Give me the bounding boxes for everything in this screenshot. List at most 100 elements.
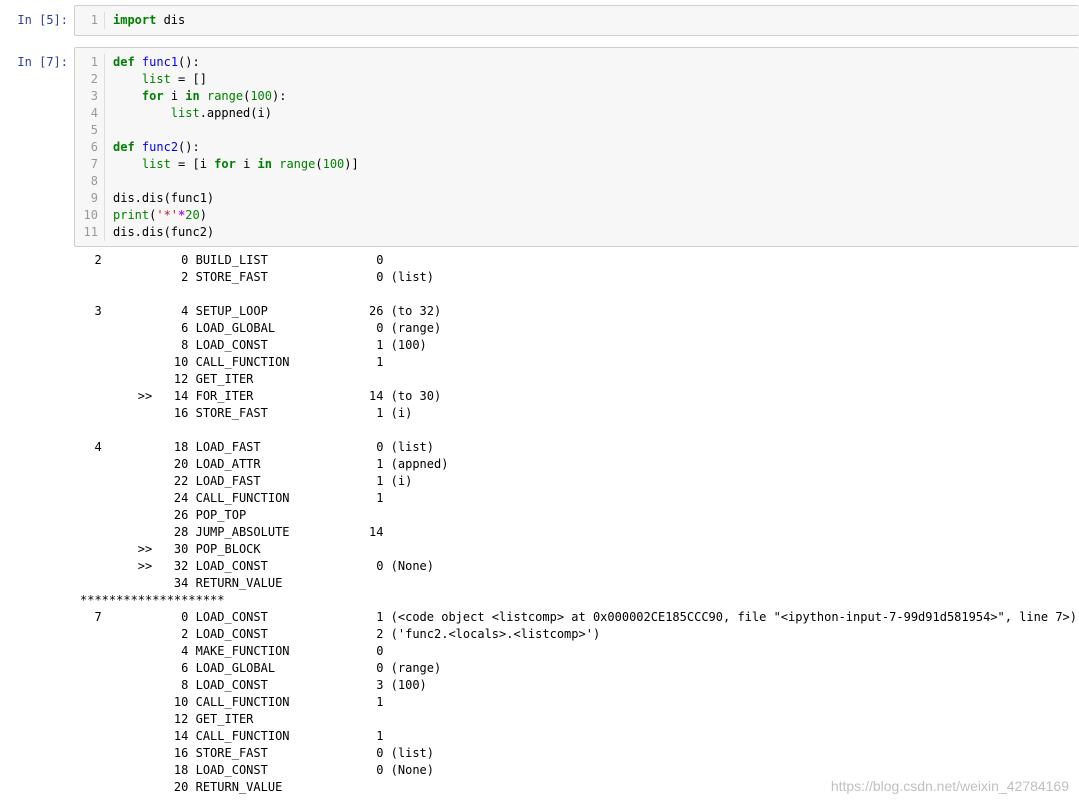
output-line: 16 STORE_FAST 0 (list) <box>80 746 435 760</box>
code-token: def <box>113 55 135 69</box>
output-line: 8 LOAD_CONST 3 (100) <box>80 678 427 692</box>
code-token: dis.dis(func1) <box>113 191 215 205</box>
code-text: list.appned(i) <box>105 105 272 122</box>
code-token: print <box>113 208 150 222</box>
code-token: = [] <box>170 72 207 86</box>
output-line: >> 32 LOAD_CONST 0 (None) <box>80 559 435 573</box>
code-token: list <box>170 106 200 120</box>
output-line: 28 JUMP_ABSOLUTE 14 <box>80 525 384 539</box>
cell-prompt: In [7]: <box>17 55 68 69</box>
code-line[interactable]: 1 def func1(): <box>75 54 1079 71</box>
output-line: 26 POP_TOP <box>80 508 247 522</box>
code-text: def func2(): <box>105 139 200 156</box>
output-line: 3 4 SETUP_LOOP 26 (to 32) <box>80 304 442 318</box>
line-number: 1 <box>75 12 105 29</box>
code-token: dis <box>156 13 186 27</box>
code-line[interactable]: 3 for i in range(100): <box>75 88 1079 105</box>
code-token: range <box>279 157 316 171</box>
line-number: 10 <box>75 207 105 224</box>
code-text: import dis <box>105 12 185 29</box>
output-line: 4 18 LOAD_FAST 0 (list) <box>80 440 435 454</box>
output-line: 2 STORE_FAST 0 (list) <box>80 270 435 284</box>
cell-output: 2 0 BUILD_LIST 0 2 STORE_FAST 0 (list) 3… <box>80 252 1077 796</box>
code-token: for <box>214 157 236 171</box>
code-line[interactable]: 2 list = [] <box>75 71 1079 88</box>
output-line: 34 RETURN_VALUE <box>80 576 283 590</box>
code-text: list = [i for i in range(100)] <box>105 156 359 173</box>
code-line[interactable]: 9 dis.dis(func1) <box>75 190 1079 207</box>
line-number: 7 <box>75 156 105 173</box>
code-token: ( <box>315 157 323 171</box>
output-line: 6 LOAD_GLOBAL 0 (range) <box>80 661 442 675</box>
output-line: 10 CALL_FUNCTION 1 <box>80 695 384 709</box>
code-editor[interactable]: 1 import dis <box>74 5 1079 36</box>
code-token: func1 <box>141 55 179 69</box>
line-number: 8 <box>75 173 105 190</box>
code-text: dis.dis(func2) <box>105 224 214 241</box>
output-line: 16 STORE_FAST 1 (i) <box>80 406 413 420</box>
code-token: i <box>163 89 186 103</box>
code-token: 100 <box>250 89 273 103</box>
output-line: 6 LOAD_GLOBAL 0 (range) <box>80 321 442 335</box>
code-token: list <box>141 157 171 171</box>
output-line: 2 LOAD_CONST 2 ('func2.<locals>.<listcom… <box>80 627 601 641</box>
code-token: )] <box>344 157 359 171</box>
code-token: in <box>257 157 272 171</box>
code-token: ): <box>272 89 287 103</box>
code-token: (): <box>178 140 200 154</box>
code-token: func2 <box>141 140 179 154</box>
line-number: 4 <box>75 105 105 122</box>
code-token: range <box>206 89 244 103</box>
output-line: 7 0 LOAD_CONST 1 (<code object <listcomp… <box>80 610 1077 624</box>
output-line: 2 0 BUILD_LIST 0 <box>80 253 384 267</box>
line-number: 3 <box>75 88 105 105</box>
line-number: 11 <box>75 224 105 241</box>
code-token: list <box>141 72 171 86</box>
code-line[interactable]: 8 <box>75 173 1079 190</box>
watermark: https://blog.csdn.net/weixin_42784169 <box>830 778 1069 794</box>
output-line: >> 30 POP_BLOCK <box>80 542 261 556</box>
output-line: 12 GET_ITER <box>80 712 254 726</box>
code-line[interactable]: 7 list = [i for i in range(100)] <box>75 156 1079 173</box>
code-line[interactable]: 10 print('*'*20) <box>75 207 1079 224</box>
output-line: 18 LOAD_CONST 0 (None) <box>80 763 435 777</box>
code-line[interactable]: 11 dis.dis(func2) <box>75 224 1079 241</box>
code-text: dis.dis(func1) <box>105 190 214 207</box>
line-number: 2 <box>75 71 105 88</box>
output-line: >> 14 FOR_ITER 14 (to 30) <box>80 389 442 403</box>
code-text: list = [] <box>105 71 207 88</box>
code-token: import <box>113 13 157 27</box>
code-line[interactable]: 6 def func2(): <box>75 139 1079 156</box>
code-token: = [i <box>170 157 215 171</box>
output-line: 4 MAKE_FUNCTION 0 <box>80 644 384 658</box>
code-editor[interactable]: 1 def func1(): 2 list = [] 3 for i in range… <box>74 47 1079 247</box>
code-token: 20 <box>185 208 200 222</box>
code-text: def func1(): <box>105 54 200 71</box>
code-token: ) <box>199 208 207 222</box>
code-token: dis.dis(func2) <box>113 225 215 239</box>
code-token: 100 <box>322 157 345 171</box>
output-line: 12 GET_ITER <box>80 372 254 386</box>
code-line[interactable]: 1 import dis <box>75 12 1079 29</box>
code-token: '*' <box>156 208 179 222</box>
code-line[interactable]: 4 list.appned(i) <box>75 105 1079 122</box>
code-text: print('*'*20) <box>105 207 207 224</box>
cell-prompt: In [5]: <box>17 13 68 27</box>
code-line[interactable]: 5 <box>75 122 1079 139</box>
code-token: (): <box>178 55 200 69</box>
code-token: i <box>235 157 258 171</box>
line-number: 1 <box>75 54 105 71</box>
line-number: 6 <box>75 139 105 156</box>
output-line: 10 CALL_FUNCTION 1 <box>80 355 384 369</box>
code-token: in <box>185 89 200 103</box>
